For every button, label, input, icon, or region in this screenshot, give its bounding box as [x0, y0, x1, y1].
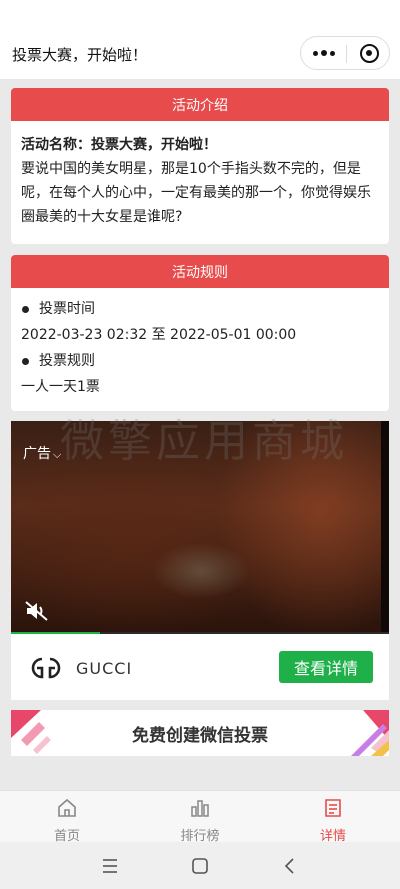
- watermark: 微擎应用商城: [60, 416, 348, 467]
- video-edge: [381, 421, 389, 634]
- system-navigation-bar: [0, 842, 400, 889]
- menu-icon[interactable]: [98, 854, 122, 878]
- activity-description: 要说中国的美女明星，那是10个手指头数不完的，但是呢，在每个人的心中，一定有最美…: [21, 161, 371, 225]
- ad-info-bar: GUCCI 查看详情: [11, 635, 389, 700]
- activity-rules-card: 活动规则 投票时间 2022-03-23 02:32 至 2022-05-01 …: [11, 255, 389, 411]
- page-title: 投票大赛，开始啦！: [12, 46, 148, 64]
- more-dots-icon[interactable]: [301, 37, 346, 69]
- tab-home[interactable]: 首页: [27, 795, 107, 844]
- home-icon: [58, 798, 76, 817]
- vote-time-label: 投票时间: [39, 301, 95, 317]
- ad-tag-label: 广告: [23, 446, 51, 462]
- banner-text: 免费创建微信投票: [132, 725, 268, 746]
- mini-program-capsule: [300, 36, 390, 70]
- mute-icon[interactable]: [25, 601, 49, 621]
- back-icon[interactable]: [278, 854, 302, 878]
- bottom-tab-bar: 首页 排行榜 详情: [0, 790, 400, 844]
- document-icon: [325, 799, 341, 817]
- tab-ranking[interactable]: 排行榜: [160, 795, 240, 844]
- vote-rule-label: 投票规则: [39, 353, 95, 369]
- intro-heading: 活动介绍: [11, 88, 389, 121]
- ad-tag[interactable]: 广告 ⌵: [23, 443, 61, 463]
- home-square-icon[interactable]: [188, 854, 212, 878]
- video-progress-fill: [11, 632, 100, 634]
- rule-item-rule: 投票规则: [21, 348, 379, 374]
- bar-chart-icon: [191, 800, 209, 817]
- rules-heading: 活动规则: [11, 255, 389, 288]
- gucci-logo-icon: [31, 657, 61, 679]
- tab-details[interactable]: 详情: [293, 795, 373, 844]
- top-bar: 投票大赛，开始啦！: [0, 0, 400, 80]
- activity-name: 活动名称：投票大赛，开始啦！: [21, 137, 217, 153]
- target-close-icon[interactable]: [360, 44, 379, 63]
- vote-rule-value: 一人一天1票: [21, 379, 100, 395]
- video-progress[interactable]: [11, 632, 389, 634]
- bullet-icon: [22, 305, 29, 313]
- bullet-icon: [22, 357, 29, 365]
- vote-time-value: 2022-03-23 02:32 至 2022-05-01 00:00: [21, 327, 297, 343]
- view-details-button[interactable]: 查看详情: [279, 651, 373, 683]
- create-vote-banner[interactable]: 免费创建微信投票: [11, 710, 389, 756]
- ad-brand-name: GUCCI: [76, 659, 133, 678]
- capsule-divider: [346, 45, 347, 63]
- rule-item-time: 投票时间: [21, 296, 379, 322]
- activity-intro-card: 活动介绍 活动名称：投票大赛，开始啦！ 要说中国的美女明星，那是10个手指头数不…: [11, 88, 389, 244]
